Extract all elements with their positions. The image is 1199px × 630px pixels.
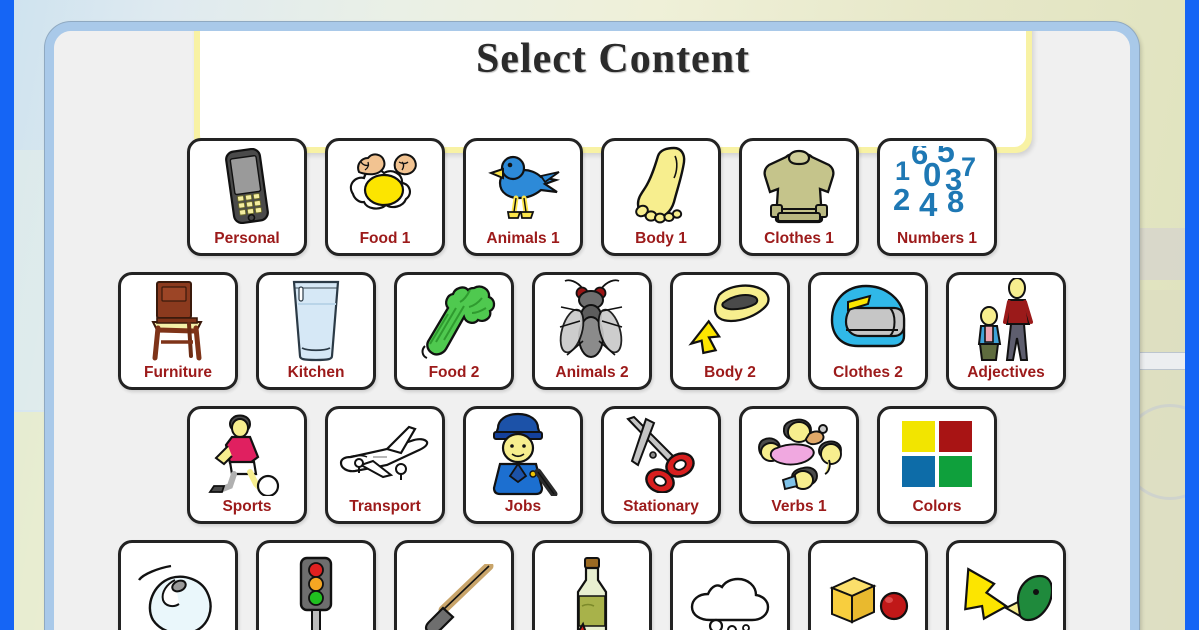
tile-label: Clothes 2 — [833, 363, 903, 381]
tile-row-4 — [54, 540, 1130, 630]
tile-label: Animals 1 — [486, 229, 560, 247]
foot-icon — [604, 141, 718, 231]
left-frame-rail — [0, 0, 14, 630]
numbers-icon: 165703248 — [880, 141, 994, 231]
page-title: Select Content — [475, 36, 751, 82]
content-tile-traffic-light[interactable] — [256, 540, 376, 630]
chair-icon — [121, 275, 235, 365]
tall-short-people-icon — [949, 275, 1063, 365]
content-tile-colors[interactable]: Colors — [877, 406, 997, 524]
tile-label: Verbs 1 — [771, 497, 827, 515]
content-tile-thought-cloud[interactable] — [670, 540, 790, 630]
content-tile-arrow-bird[interactable] — [946, 540, 1066, 630]
fly-icon — [535, 275, 649, 365]
content-tile-grid: Personal Food 1 Animals 1 Body 1 Clothes… — [54, 138, 1130, 630]
tile-label: Food 1 — [359, 229, 411, 247]
eyebrow-arrow-icon — [673, 275, 787, 365]
computer-mouse-icon — [121, 543, 235, 630]
content-tile-furniture[interactable]: Furniture — [118, 272, 238, 390]
blue-bird-icon — [466, 141, 580, 231]
content-tile-sports[interactable]: Sports — [187, 406, 307, 524]
dialog-content-area: Select Content Personal Food 1 Animals 1… — [54, 31, 1130, 630]
drinking-glass-icon — [259, 275, 373, 365]
thought-cloud-icon — [673, 543, 787, 630]
cube-sphere-icon — [811, 543, 925, 630]
content-tile-clothes-1[interactable]: Clothes 1 — [739, 138, 859, 256]
content-tile-kitchen[interactable]: Kitchen — [256, 272, 376, 390]
celery-icon — [397, 275, 511, 365]
airplane-icon — [328, 409, 442, 499]
color-swatches-icon — [880, 409, 994, 499]
svg-text:8: 8 — [947, 184, 964, 219]
content-tile-transport[interactable]: Transport — [325, 406, 445, 524]
policeman-icon — [466, 409, 580, 499]
content-tile-food-1[interactable]: Food 1 — [325, 138, 445, 256]
content-tile-cube-sphere[interactable] — [808, 540, 928, 630]
tile-row-3: Sports Transport Jobs Stationary Verbs 1… — [54, 406, 1130, 524]
fried-egg-icon — [328, 141, 442, 231]
tile-label: Furniture — [143, 363, 213, 381]
tile-label: Body 1 — [635, 229, 687, 247]
content-tile-personal[interactable]: Personal — [187, 138, 307, 256]
content-tile-food-2[interactable]: Food 2 — [394, 272, 514, 390]
dialog-header-inner: Select Content — [200, 31, 1026, 147]
content-tile-verbs-1[interactable]: Verbs 1 — [739, 406, 859, 524]
mobile-phone-icon — [190, 141, 304, 231]
svg-text:2: 2 — [893, 182, 910, 217]
tile-label: Jobs — [504, 497, 542, 515]
content-tile-stationary[interactable]: Stationary — [601, 406, 721, 524]
content-tile-bottle[interactable] — [532, 540, 652, 630]
select-content-dialog: Select Content Personal Food 1 Animals 1… — [45, 22, 1139, 630]
bottle-icon — [535, 543, 649, 630]
content-tile-broom[interactable] — [394, 540, 514, 630]
traffic-light-icon — [259, 543, 373, 630]
sweater-icon — [742, 141, 856, 231]
content-tile-body-2[interactable]: Body 2 — [670, 272, 790, 390]
tile-label: Personal — [214, 229, 280, 247]
tile-label: Sports — [222, 497, 272, 515]
tile-label: Body 2 — [704, 363, 756, 381]
right-frame-rail — [1185, 0, 1199, 630]
svg-text:4: 4 — [919, 186, 938, 223]
tile-row-1: Personal Food 1 Animals 1 Body 1 Clothes… — [54, 138, 1130, 256]
arrow-bird-icon — [949, 543, 1063, 630]
tile-label: Food 2 — [428, 363, 480, 381]
dialog-header-card: Select Content — [194, 31, 1032, 153]
tile-label: Clothes 1 — [764, 229, 834, 247]
tile-row-2: Furniture Kitchen Food 2 Animals 2 Body … — [54, 272, 1130, 390]
tile-label: Kitchen — [287, 363, 345, 381]
tile-label: Numbers 1 — [896, 229, 978, 247]
content-tile-jobs[interactable]: Jobs — [463, 406, 583, 524]
helmet-icon — [811, 275, 925, 365]
content-tile-computer-mouse[interactable] — [118, 540, 238, 630]
content-tile-clothes-2[interactable]: Clothes 2 — [808, 272, 928, 390]
content-tile-numbers-1[interactable]: 1 6 5 7 0 3 2 4 8 Numbers 1 — [877, 138, 997, 256]
scissors-icon — [604, 409, 718, 499]
content-tile-adjectives[interactable]: Adjectives — [946, 272, 1066, 390]
content-tile-body-1[interactable]: Body 1 — [601, 138, 721, 256]
tile-label: Adjectives — [967, 363, 1045, 381]
tile-label: Stationary — [623, 497, 699, 515]
tile-label: Transport — [349, 497, 421, 515]
content-tile-animals-2[interactable]: Animals 2 — [532, 272, 652, 390]
application-window: Select Content Personal Food 1 Animals 1… — [0, 0, 1199, 630]
content-tile-animals-1[interactable]: Animals 1 — [463, 138, 583, 256]
soccer-player-icon — [190, 409, 304, 499]
faces-actions-icon — [742, 409, 856, 499]
svg-text:7: 7 — [961, 152, 976, 182]
broom-icon — [397, 543, 511, 630]
tile-label: Colors — [912, 497, 962, 515]
tile-label: Animals 2 — [555, 363, 629, 381]
